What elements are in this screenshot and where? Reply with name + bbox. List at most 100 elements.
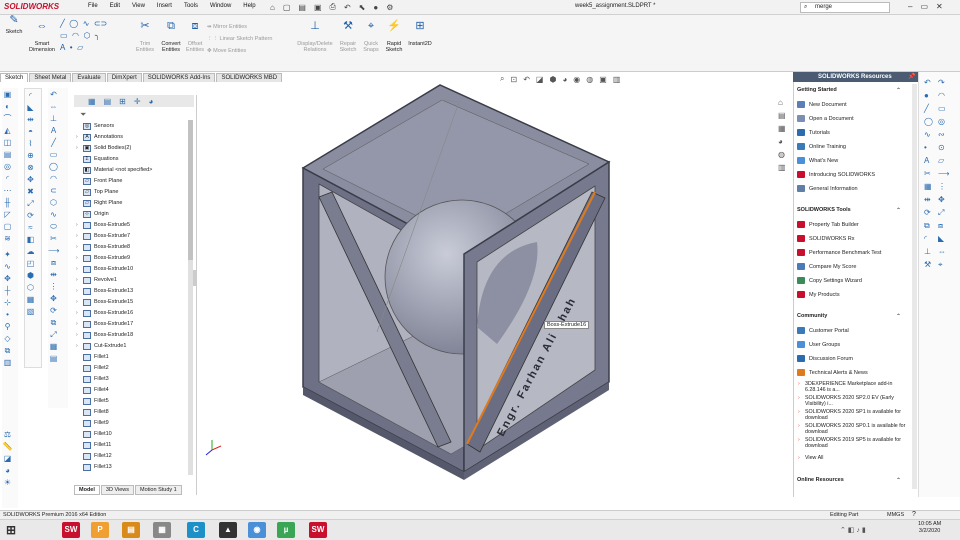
move2-icon[interactable]: ✥ bbox=[48, 293, 59, 304]
maximize-icon[interactable]: ▭ bbox=[920, 2, 928, 11]
tree-item[interactable]: ◧ Material <not specified> bbox=[76, 165, 152, 175]
expand-arrow-icon[interactable]: › bbox=[76, 266, 82, 272]
collapse-icon[interactable]: ⌃ bbox=[896, 207, 901, 214]
task-pane-section-title[interactable]: Online Resources bbox=[797, 477, 844, 483]
intersect-icon[interactable]: ⊗ bbox=[25, 162, 36, 173]
loft-icon[interactable]: ◭ bbox=[2, 125, 13, 136]
tree-item[interactable]: Fillet9 bbox=[76, 418, 109, 428]
rs-repair-icon[interactable]: ⚒ bbox=[924, 258, 938, 271]
rs-arc-icon[interactable]: ◠ bbox=[938, 89, 952, 102]
coordinate-icon[interactable]: ⊹ bbox=[2, 297, 13, 308]
tree-item[interactable]: › Boss-Extrude10 bbox=[76, 264, 133, 274]
offset-entities-button[interactable]: ⧈ Offset Entities bbox=[184, 17, 206, 54]
rs-trim-icon[interactable]: ✂ bbox=[924, 167, 938, 180]
tree-item[interactable]: Fillet12 bbox=[76, 451, 112, 461]
chrome-app-icon[interactable]: ◉ bbox=[248, 522, 266, 538]
minimize-icon[interactable]: – bbox=[908, 2, 912, 11]
ref-geometry-icon[interactable]: ✦ bbox=[2, 249, 13, 260]
surface-icon[interactable]: ◇ bbox=[2, 333, 13, 344]
task-pane-link[interactable]: Performance Benchmark Test bbox=[797, 249, 881, 256]
smart-dim2-icon[interactable]: ⇔ bbox=[48, 101, 59, 112]
task-pane-link[interactable]: User Groups bbox=[797, 341, 840, 348]
task-pane-link[interactable]: Online Training bbox=[797, 143, 846, 150]
rs-point-icon[interactable]: • bbox=[924, 141, 938, 154]
task-pane-link[interactable]: New Document bbox=[797, 101, 847, 108]
solidworks-logo[interactable]: SOLIDWORKS bbox=[4, 2, 59, 13]
tree-item[interactable]: Fillet5 bbox=[76, 396, 109, 406]
rs-spline-icon[interactable]: ∿ bbox=[924, 128, 938, 141]
expand-arrow-icon[interactable]: › bbox=[76, 343, 82, 349]
previous-view-icon[interactable]: ↶ bbox=[523, 75, 530, 84]
slot-icon[interactable]: ⊂⊃ bbox=[94, 19, 107, 28]
select-icon[interactable]: ⬉ bbox=[359, 3, 366, 12]
appearance-icon[interactable]: ◕ bbox=[2, 465, 13, 476]
graphics-viewport[interactable]: Engr. Farhan Ali Shah Boss-Extrude16 bbox=[197, 82, 790, 495]
collapse-icon[interactable]: ⌃ bbox=[896, 477, 901, 484]
text-tool-icon[interactable]: A bbox=[60, 43, 65, 52]
section-icon[interactable]: ◪ bbox=[2, 453, 13, 464]
trim-entities-button[interactable]: ✂ Trim Entities bbox=[132, 17, 158, 54]
slot2-icon[interactable]: ⊂ bbox=[48, 185, 59, 196]
rs-spline2-icon[interactable]: ∾ bbox=[938, 128, 952, 141]
pin-icon[interactable]: 📌 bbox=[908, 73, 915, 80]
tree-item[interactable]: › Boss-Extrude17 bbox=[76, 319, 133, 329]
rs-extend-icon[interactable]: ⟶ bbox=[938, 167, 952, 180]
tree-item[interactable]: ◎ Sensors bbox=[76, 121, 114, 131]
new-doc-icon[interactable]: ▢ bbox=[283, 3, 291, 12]
tree-item[interactable]: › Boss-Extrude13 bbox=[76, 286, 133, 296]
tree-item[interactable]: Fillet11 bbox=[76, 440, 111, 450]
tab-3d-views[interactable]: 3D Views bbox=[100, 484, 135, 495]
rs-text-icon[interactable]: A bbox=[924, 154, 938, 167]
tree-item[interactable]: ▱ Right Plane bbox=[76, 198, 122, 208]
rs-snap-icon[interactable]: ⌖ bbox=[938, 258, 952, 271]
edit-appearance-icon[interactable]: ◍ bbox=[586, 75, 593, 84]
zoom-area-icon[interactable]: ⊡ bbox=[510, 75, 517, 84]
expand-arrow-icon[interactable]: › bbox=[76, 222, 82, 228]
rect2-icon[interactable]: ▭ bbox=[48, 149, 59, 160]
tab-dimxpert[interactable]: DimXpert bbox=[106, 72, 142, 82]
curves-icon[interactable]: ∿ bbox=[2, 261, 13, 272]
tab-sheet-metal[interactable]: Sheet Metal bbox=[29, 72, 72, 82]
units-text[interactable]: MMGS bbox=[887, 512, 904, 518]
news-item[interactable]: › SOLIDWORKS 2020 SP0.1 is available for … bbox=[798, 423, 907, 435]
line2-icon[interactable]: ╱ bbox=[48, 137, 59, 148]
feature-tree-tab-icon[interactable]: ▦ bbox=[88, 97, 96, 106]
tree-scrollbar-thumb[interactable] bbox=[188, 120, 193, 260]
open-icon[interactable]: ▤ bbox=[298, 3, 306, 12]
wrap-icon[interactable]: ≋ bbox=[2, 233, 13, 244]
mirror2-icon[interactable]: ⇹ bbox=[25, 114, 36, 125]
scene-icon[interactable]: ▣ bbox=[599, 75, 607, 84]
render-icon[interactable]: ☀ bbox=[2, 477, 13, 488]
tree-item[interactable]: Fillet10 bbox=[76, 429, 112, 439]
expand-arrow-icon[interactable]: › bbox=[76, 299, 82, 305]
cut-icon[interactable]: ▤ bbox=[2, 149, 13, 160]
task-pane-link[interactable]: Tutorials bbox=[797, 129, 830, 136]
rs-rebuild-icon[interactable]: ● bbox=[924, 89, 938, 102]
menu-edit[interactable]: Edit bbox=[110, 3, 120, 9]
print-icon[interactable]: ⎙ bbox=[330, 2, 336, 12]
rib-icon[interactable]: ╫ bbox=[2, 197, 13, 208]
tree-item[interactable]: › Revolve1 bbox=[76, 275, 117, 285]
tab-sketch[interactable]: Sketch bbox=[0, 72, 29, 82]
task-pane-link[interactable]: General Information bbox=[797, 185, 858, 192]
menu-view[interactable]: View bbox=[132, 3, 145, 9]
rebuild-icon[interactable]: ● bbox=[373, 3, 378, 12]
tab-mbd[interactable]: SOLIDWORKS MBD bbox=[216, 72, 283, 82]
property-tab-icon[interactable]: ▤ bbox=[104, 97, 112, 106]
expand-arrow-icon[interactable]: › bbox=[76, 332, 82, 338]
cavity-icon[interactable]: ◰ bbox=[25, 258, 36, 269]
pattern-icon[interactable]: ⋯ bbox=[2, 185, 13, 196]
view-settings-icon[interactable]: ▥ bbox=[613, 75, 621, 84]
rotate-icon[interactable]: ⟳ bbox=[48, 305, 59, 316]
rs-center-icon[interactable]: ⊙ bbox=[938, 141, 952, 154]
relation-icon[interactable]: ⊥ bbox=[48, 113, 59, 124]
task-pane-link[interactable]: What's New bbox=[797, 157, 838, 164]
rs-target-icon[interactable]: ◎ bbox=[938, 115, 952, 128]
linear-pattern-button[interactable]: ⋮⋮ Linear Sketch Pattern bbox=[207, 33, 272, 45]
task-pane-link[interactable]: Compare My Score bbox=[797, 263, 856, 270]
home-icon[interactable]: ⌂ bbox=[270, 3, 275, 12]
save-icon[interactable]: ▣ bbox=[314, 3, 322, 12]
measure-icon[interactable]: 📏 bbox=[2, 441, 13, 452]
indent-icon[interactable]: ◧ bbox=[25, 234, 36, 245]
line-icon[interactable]: ╱ bbox=[60, 19, 65, 28]
